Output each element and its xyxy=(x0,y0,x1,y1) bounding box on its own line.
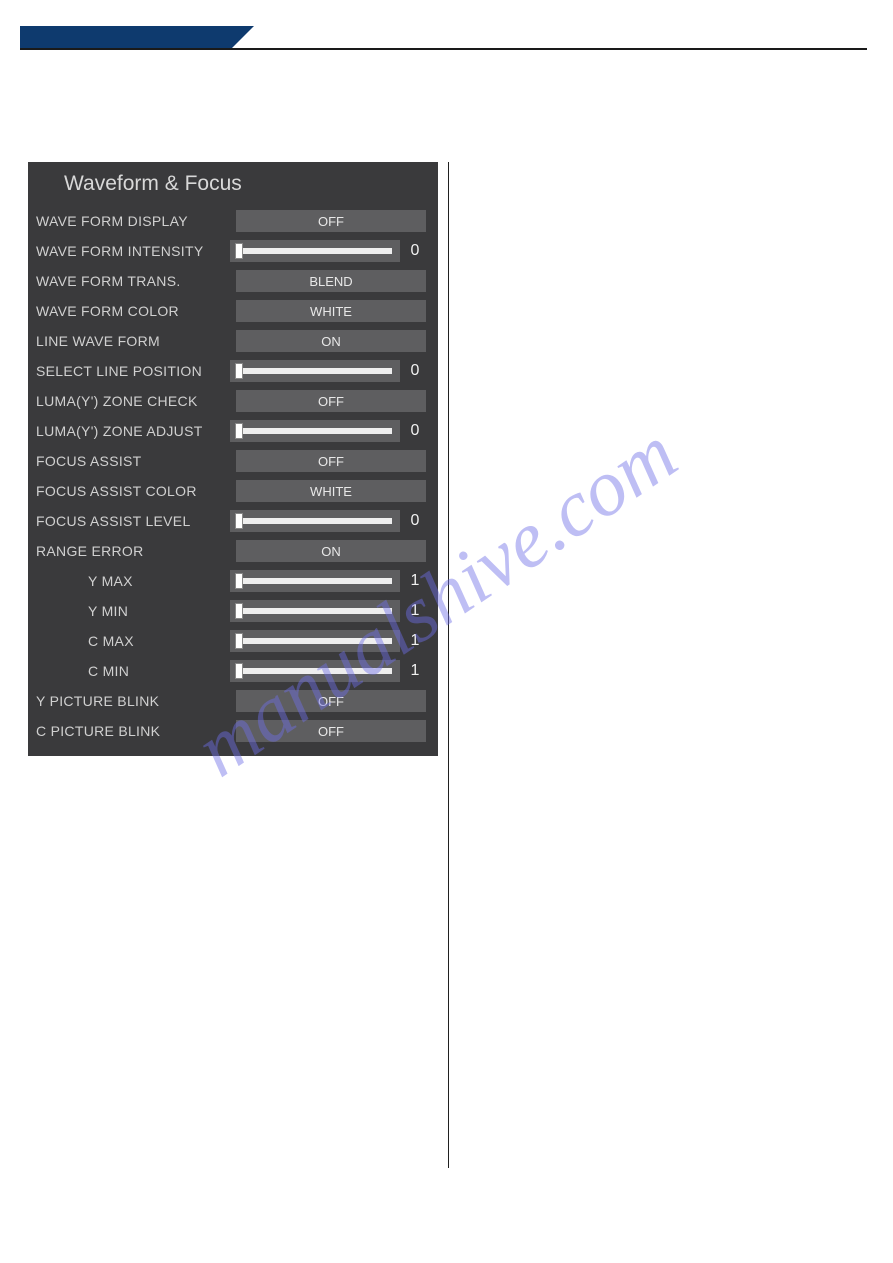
setting-select[interactable]: BLEND xyxy=(236,270,426,292)
setting-slider[interactable] xyxy=(230,570,400,592)
setting-row: FOCUS ASSIST LEVEL 0 xyxy=(28,506,438,536)
setting-label: WAVE FORM COLOR xyxy=(36,303,236,319)
column-divider xyxy=(448,162,449,1168)
slider-track xyxy=(238,518,392,524)
setting-slider[interactable] xyxy=(230,420,400,442)
setting-row: SELECT LINE POSITION 0 xyxy=(28,356,438,386)
waveform-focus-panel: Waveform & Focus WAVE FORM DISPLAYOFFWAV… xyxy=(28,162,438,756)
setting-slider[interactable] xyxy=(230,600,400,622)
header-underline xyxy=(20,48,867,50)
setting-label: C MAX xyxy=(36,633,230,649)
setting-slider[interactable] xyxy=(230,510,400,532)
setting-label: FOCUS ASSIST LEVEL xyxy=(36,513,230,529)
setting-row: LINE WAVE FORMON xyxy=(28,326,438,356)
setting-select[interactable]: OFF xyxy=(236,210,426,232)
header-accent xyxy=(20,26,230,50)
setting-row: LUMA(Y') ZONE ADJUST 0 xyxy=(28,416,438,446)
slider-thumb[interactable] xyxy=(235,243,243,259)
slider-thumb[interactable] xyxy=(235,573,243,589)
setting-select[interactable]: ON xyxy=(236,540,426,562)
setting-row: RANGE ERRORON xyxy=(28,536,438,566)
setting-select[interactable]: ON xyxy=(236,330,426,352)
setting-label: Y MAX xyxy=(36,573,230,589)
slider-track xyxy=(238,608,392,614)
slider-value: 1 xyxy=(400,662,430,680)
setting-row: LUMA(Y') ZONE CHECKOFF xyxy=(28,386,438,416)
panel-title: Waveform & Focus xyxy=(28,162,438,206)
setting-label: LINE WAVE FORM xyxy=(36,333,236,349)
slider-value: 0 xyxy=(400,242,430,260)
slider-value: 1 xyxy=(400,602,430,620)
slider-track xyxy=(238,368,392,374)
setting-label: LUMA(Y') ZONE ADJUST xyxy=(36,423,230,439)
setting-label: RANGE ERROR xyxy=(36,543,236,559)
slider-value: 0 xyxy=(400,422,430,440)
setting-label: Y MIN xyxy=(36,603,230,619)
setting-label: WAVE FORM INTENSITY xyxy=(36,243,230,259)
setting-row: C PICTURE BLINKOFF xyxy=(28,716,438,746)
slider-value: 1 xyxy=(400,632,430,650)
setting-label: Y PICTURE BLINK xyxy=(36,693,236,709)
setting-select[interactable]: WHITE xyxy=(236,300,426,322)
slider-thumb[interactable] xyxy=(235,423,243,439)
setting-select[interactable]: WHITE xyxy=(236,480,426,502)
setting-row: WAVE FORM DISPLAYOFF xyxy=(28,206,438,236)
setting-label: C PICTURE BLINK xyxy=(36,723,236,739)
setting-select[interactable]: OFF xyxy=(236,390,426,412)
setting-row: Y MAX 1 xyxy=(28,566,438,596)
slider-track xyxy=(238,578,392,584)
slider-thumb[interactable] xyxy=(235,663,243,679)
slider-track xyxy=(238,638,392,644)
setting-label: WAVE FORM TRANS. xyxy=(36,273,236,289)
setting-label: C MIN xyxy=(36,663,230,679)
setting-row: WAVE FORM COLORWHITE xyxy=(28,296,438,326)
slider-thumb[interactable] xyxy=(235,513,243,529)
slider-track xyxy=(238,668,392,674)
setting-row: FOCUS ASSIST COLORWHITE xyxy=(28,476,438,506)
setting-row: WAVE FORM INTENSITY 0 xyxy=(28,236,438,266)
setting-row: WAVE FORM TRANS.BLEND xyxy=(28,266,438,296)
setting-row: Y MIN 1 xyxy=(28,596,438,626)
slider-thumb[interactable] xyxy=(235,363,243,379)
setting-row: C MAX 1 xyxy=(28,626,438,656)
setting-slider[interactable] xyxy=(230,630,400,652)
setting-slider[interactable] xyxy=(230,660,400,682)
setting-row: C MIN 1 xyxy=(28,656,438,686)
settings-list: WAVE FORM DISPLAYOFFWAVE FORM INTENSITY0… xyxy=(28,206,438,746)
setting-label: FOCUS ASSIST COLOR xyxy=(36,483,236,499)
setting-select[interactable]: OFF xyxy=(236,720,426,742)
setting-label: LUMA(Y') ZONE CHECK xyxy=(36,393,236,409)
setting-label: FOCUS ASSIST xyxy=(36,453,236,469)
slider-track xyxy=(238,428,392,434)
setting-label: WAVE FORM DISPLAY xyxy=(36,213,236,229)
setting-select[interactable]: OFF xyxy=(236,690,426,712)
slider-track xyxy=(238,248,392,254)
slider-value: 0 xyxy=(400,512,430,530)
slider-thumb[interactable] xyxy=(235,633,243,649)
setting-label: SELECT LINE POSITION xyxy=(36,363,230,379)
slider-value: 0 xyxy=(400,362,430,380)
setting-row: FOCUS ASSISTOFF xyxy=(28,446,438,476)
header-bar xyxy=(20,26,867,50)
setting-select[interactable]: OFF xyxy=(236,450,426,472)
setting-slider[interactable] xyxy=(230,360,400,382)
slider-thumb[interactable] xyxy=(235,603,243,619)
setting-slider[interactable] xyxy=(230,240,400,262)
setting-row: Y PICTURE BLINKOFF xyxy=(28,686,438,716)
slider-value: 1 xyxy=(400,572,430,590)
